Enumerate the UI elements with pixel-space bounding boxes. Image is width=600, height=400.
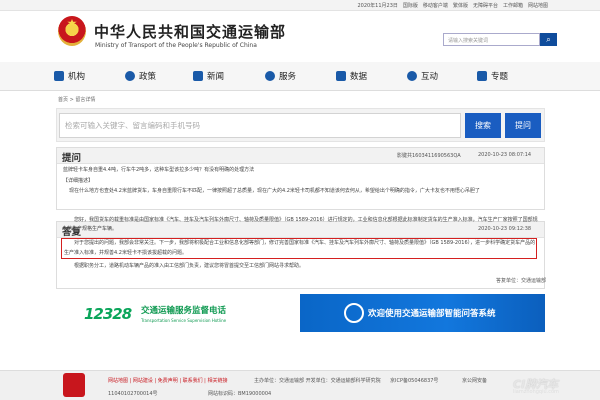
nav-item-jigou[interactable]: 机构 xyxy=(54,70,85,82)
chat-bubble-icon xyxy=(344,303,364,323)
answer-paragraph-3: 根据职务分工，道路机动车辆产品的准入由工信部门负责，建议您将冒首提交至工信部门网… xyxy=(74,263,305,269)
site-subtitle: Ministry of Transport of the People's Re… xyxy=(95,42,257,49)
highlight-box xyxy=(61,238,537,259)
document-icon xyxy=(125,71,135,81)
site-title[interactable]: 中华人民共和国交通运输部 xyxy=(94,21,286,42)
question-datetime: 2020-10-23 08:07:14 xyxy=(478,152,532,158)
footer-code: 11040102700014号 xyxy=(108,391,158,397)
nav-item-zhengce[interactable]: 政策 xyxy=(125,70,156,82)
nav-item-shuju[interactable]: 数据 xyxy=(336,70,367,82)
footer-icp[interactable]: 京ICP备05046837号 xyxy=(390,377,438,384)
hotline-subtitle: Transportation Service Supervision Hotli… xyxy=(141,318,227,323)
nav-item-fuwu[interactable]: 服务 xyxy=(265,70,296,82)
party-emblem-icon[interactable] xyxy=(63,373,85,397)
question-heading: 提问 xyxy=(62,153,82,164)
breadcrumb[interactable]: 首页 > 留言详情 xyxy=(58,96,95,103)
top-utility-bar: 2020年11月23日 国际版 移动客户端 繁体版 无障碍平台 工作邮箱 网站地… xyxy=(0,0,600,11)
grid-icon xyxy=(265,71,275,81)
top-link-international[interactable]: 国际版 xyxy=(403,2,418,9)
top-link-sitemap[interactable]: 网站地图 xyxy=(528,2,548,9)
news-icon xyxy=(193,71,203,81)
nav-label: 新闻 xyxy=(207,72,225,82)
top-link-mobile[interactable]: 移动客户端 xyxy=(423,2,448,9)
question-panel: 提问 影键共1603411690563QA 2020-10-23 08:07:1… xyxy=(56,147,545,210)
question-body: 蓝牌轻卡车身自重4.4吨，行车牛2吨多，这种车型该拉多少吨？有没有明确的处理方法 xyxy=(63,167,255,173)
nav-label: 机构 xyxy=(68,72,86,82)
nav-label: 政策 xyxy=(139,72,157,82)
building-icon xyxy=(54,71,64,81)
hotline-title: 交通运输服务监督电话 xyxy=(141,306,227,316)
top-link-traditional[interactable]: 繁体版 xyxy=(453,2,468,9)
nav-item-xinwen[interactable]: 新闻 xyxy=(193,70,224,82)
top-link-accessibility[interactable]: 无障碍平台 xyxy=(473,2,498,9)
answer-signature: 答复单位：交通运输部 xyxy=(496,278,547,284)
ask-button[interactable]: 提问 xyxy=(505,113,541,138)
question-detail-label: 【详细描述】 xyxy=(63,178,94,184)
question-header: 提问 影键共1603411690563QA 2020-10-23 08:07:1… xyxy=(57,148,544,164)
top-link-mail[interactable]: 工作邮箱 xyxy=(503,2,523,9)
footer-site-code: 网站标识码：BM19000004 xyxy=(208,391,272,397)
footer-police[interactable]: 京公网安备 xyxy=(462,377,487,384)
top-links: 2020年11月23日 国际版 移动客户端 繁体版 无障碍平台 工作邮箱 网站地… xyxy=(357,2,548,9)
nav-label: 服务 xyxy=(279,72,297,82)
qa-system-title: 欢迎使用交通运输部智能问答系统 xyxy=(368,309,496,319)
chart-icon xyxy=(336,71,346,81)
search-button[interactable]: 搜索 xyxy=(465,113,501,138)
question-detail: 现在什么地方也查处4.2米蓝牌货车，车身自重限行车不匹配，一律按照超了总质量，现… xyxy=(69,188,480,194)
book-icon xyxy=(477,71,487,81)
question-id: 影键共1603411690563QA xyxy=(397,153,461,159)
answer-paragraph-1: 您好，我国货车的载重标准是由国家标准《汽车、挂车及汽车列车外廓尺寸、轴荷及质量限… xyxy=(62,217,538,232)
nav-label: 专题 xyxy=(491,72,509,82)
nav-item-zhuanti[interactable]: 专题 xyxy=(477,70,508,82)
site-footer xyxy=(0,370,600,400)
hotline-logo: 12328 xyxy=(84,305,132,323)
national-emblem-icon xyxy=(58,16,86,46)
footer-links[interactable]: 网站地图 | 网站建设 | 免费声明 | 联系我们 | 相关链接 xyxy=(108,377,227,384)
current-date: 2020年11月23日 xyxy=(357,3,398,9)
message-search-input[interactable]: 检索可输入关键字、留言编码和手机号码 xyxy=(59,113,461,138)
nav-label: 互动 xyxy=(421,72,439,82)
nav-label: 数据 xyxy=(350,72,368,82)
footer-host-info: 主办单位：交通运输部 开发单位：交通运输部科学研究院 xyxy=(254,378,381,384)
header-search-input[interactable]: 请输入搜索关键词 xyxy=(443,33,540,46)
watermark-sub: liamzhongqiu.com xyxy=(513,389,559,395)
nav-item-hudong[interactable]: 互动 xyxy=(407,70,438,82)
search-icon[interactable]: ⌕ xyxy=(540,33,557,46)
chat-icon xyxy=(407,71,417,81)
main-nav: 机构 政策 新闻 服务 数据 互动 专题 xyxy=(0,62,600,91)
